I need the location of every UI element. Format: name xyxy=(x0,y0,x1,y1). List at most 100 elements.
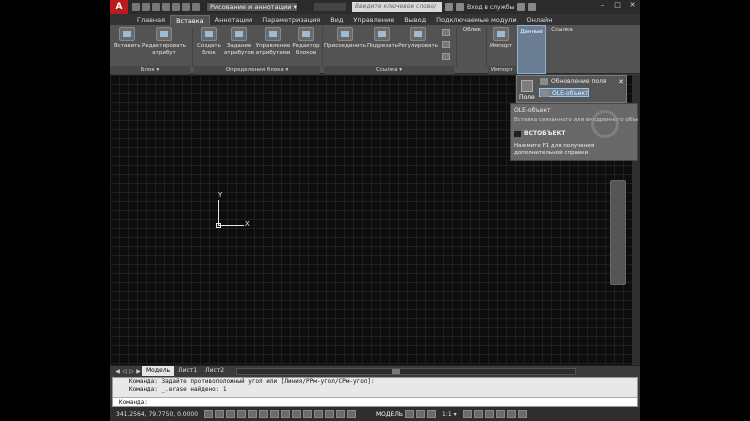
quick-view-layouts-icon[interactable] xyxy=(405,410,415,418)
open-icon[interactable] xyxy=(142,3,150,11)
autocad-window: A Рисование и аннотации ▾ Введите ключево… xyxy=(110,0,640,421)
tooltip: OLE-объект Вставка связанного или внедре… xyxy=(510,103,638,161)
help-icon[interactable] xyxy=(528,3,537,11)
define-attributes-button[interactable]: Задание атрибутов xyxy=(224,27,254,56)
quick-properties-icon[interactable] xyxy=(336,410,345,418)
maximize-button[interactable]: □ xyxy=(610,0,625,10)
print-icon[interactable] xyxy=(172,3,180,11)
edit-attribute-button[interactable]: Редактировать атрибут xyxy=(142,27,186,56)
close-button[interactable]: ✕ xyxy=(625,0,640,10)
attach-button[interactable]: Присоединить xyxy=(324,27,366,50)
tab-sheet1[interactable]: Лист1 xyxy=(174,366,201,376)
navigation-bar[interactable] xyxy=(610,180,626,285)
manage-attributes-icon xyxy=(265,27,281,41)
grid-icon[interactable] xyxy=(226,410,235,418)
annotation-icon[interactable] xyxy=(427,410,437,418)
divider xyxy=(322,27,323,67)
divider xyxy=(486,27,487,67)
ortho-icon[interactable] xyxy=(237,410,246,418)
next-layout-icon[interactable]: ▷ xyxy=(128,368,135,375)
isolate-objects-icon[interactable] xyxy=(495,410,505,418)
title-bar: A Рисование и аннотации ▾ Введите ключево… xyxy=(110,0,640,20)
insert-block-icon xyxy=(119,27,135,41)
adjust-button[interactable]: Регулировать xyxy=(398,27,438,50)
lock-icon[interactable] xyxy=(473,410,483,418)
tab-home[interactable]: Главная xyxy=(132,15,170,25)
data-panel[interactable]: Данные xyxy=(517,25,546,74)
save-icon[interactable] xyxy=(152,3,160,11)
clip-button[interactable]: Подрезать xyxy=(367,27,398,50)
tab-plugins[interactable]: Подключаемые модули xyxy=(431,15,521,25)
insert-button[interactable]: Вставить xyxy=(114,27,141,50)
tab-view[interactable]: Вид xyxy=(325,15,348,25)
exchange-icon[interactable] xyxy=(517,3,526,11)
minimize-button[interactable]: – xyxy=(595,0,610,10)
panel-block-definition-title[interactable]: Определения блока ▾ xyxy=(194,66,320,74)
tab-parametric[interactable]: Параметризация xyxy=(257,15,325,25)
coordinates-readout[interactable]: 341.2564, 79.7750, 0.0000 xyxy=(116,411,204,418)
update-fields-item[interactable]: Обновление поля xyxy=(539,77,607,86)
3d-osnap-icon[interactable] xyxy=(270,410,279,418)
workspace-switch-icon[interactable] xyxy=(462,410,472,418)
transparency-icon[interactable] xyxy=(325,410,334,418)
field-icon[interactable] xyxy=(521,80,533,92)
panel-import-title: Импорт xyxy=(488,66,516,74)
clean-screen-icon[interactable] xyxy=(517,410,527,418)
saveas-icon[interactable] xyxy=(162,3,170,11)
tab-output[interactable]: Вывод xyxy=(399,15,431,25)
create-block-button[interactable]: Создать блок xyxy=(196,27,222,56)
tab-model[interactable]: Модель xyxy=(142,366,175,376)
search-input[interactable]: Введите ключевое слово/фразу xyxy=(352,2,442,20)
last-layout-icon[interactable]: ▶ xyxy=(135,368,142,375)
prev-layout-icon[interactable]: ◁ xyxy=(121,368,128,375)
new-icon[interactable] xyxy=(132,3,140,11)
tab-annotate[interactable]: Аннотации xyxy=(210,15,258,25)
command-input[interactable]: Команда: xyxy=(113,397,637,406)
hardware-acceleration-icon[interactable] xyxy=(484,410,494,418)
polar-icon[interactable] xyxy=(248,410,257,418)
ucs-y-label: Y xyxy=(218,191,223,199)
user-icon[interactable] xyxy=(456,3,464,11)
reference-small-icon[interactable] xyxy=(442,29,450,36)
update-fields-icon xyxy=(540,78,548,85)
annotation-scale-select[interactable]: 1:1 ▾ xyxy=(442,411,457,418)
attach-icon xyxy=(337,27,353,41)
ducs-icon[interactable] xyxy=(292,410,301,418)
quick-view-drawings-icon[interactable] xyxy=(416,410,426,418)
otrack-icon[interactable] xyxy=(281,410,290,418)
dyn-icon[interactable] xyxy=(303,410,312,418)
ole-object-item[interactable]: OLE-объект xyxy=(539,88,590,97)
horizontal-scrollbar[interactable] xyxy=(236,367,577,375)
field-label[interactable]: Поле xyxy=(519,94,535,101)
tab-manage[interactable]: Управление xyxy=(348,15,399,25)
panel-reference-title[interactable]: Ссылка ▾ xyxy=(324,66,454,74)
adjust-label: Регулировать xyxy=(398,43,438,49)
selection-cycling-icon[interactable] xyxy=(347,410,356,418)
block-editor-button[interactable]: Редактор блоков xyxy=(292,27,320,56)
point-cloud-button[interactable]: Облик xyxy=(459,27,485,34)
model-space-button[interactable]: МОДЕЛЬ xyxy=(374,411,405,418)
search-icon[interactable] xyxy=(445,3,453,11)
tab-insert[interactable]: Вставка xyxy=(170,15,210,25)
panel-block-title[interactable]: Блок ▾ xyxy=(110,66,190,74)
link-button[interactable]: Ссылка xyxy=(547,27,577,34)
undo-icon[interactable] xyxy=(182,3,190,11)
pin-icon[interactable]: ✕ xyxy=(618,78,624,86)
reference-small-icon[interactable] xyxy=(442,53,450,60)
manage-attributes-button[interactable]: Управление атрибутами xyxy=(255,27,291,56)
infer-constraints-icon[interactable] xyxy=(204,410,213,418)
import-button[interactable]: Импорт xyxy=(488,27,514,50)
status-menu-icon[interactable] xyxy=(506,410,516,418)
signin-link[interactable]: Вход в службы xyxy=(467,4,514,11)
tab-sheet2[interactable]: Лист2 xyxy=(201,366,228,376)
redo-icon[interactable] xyxy=(192,3,200,11)
app-logo[interactable]: A xyxy=(110,0,128,14)
lineweight-icon[interactable] xyxy=(314,410,323,418)
workspace-select[interactable]: Рисование и аннотации ▾ xyxy=(206,2,298,12)
osnap-icon[interactable] xyxy=(259,410,268,418)
edit-attribute-label: Редактировать атрибут xyxy=(142,43,186,56)
tab-online[interactable]: Онлайн xyxy=(522,15,558,25)
reference-small-icon[interactable] xyxy=(442,41,450,48)
first-layout-icon[interactable]: ◀ xyxy=(114,368,121,375)
snap-icon[interactable] xyxy=(215,410,224,418)
